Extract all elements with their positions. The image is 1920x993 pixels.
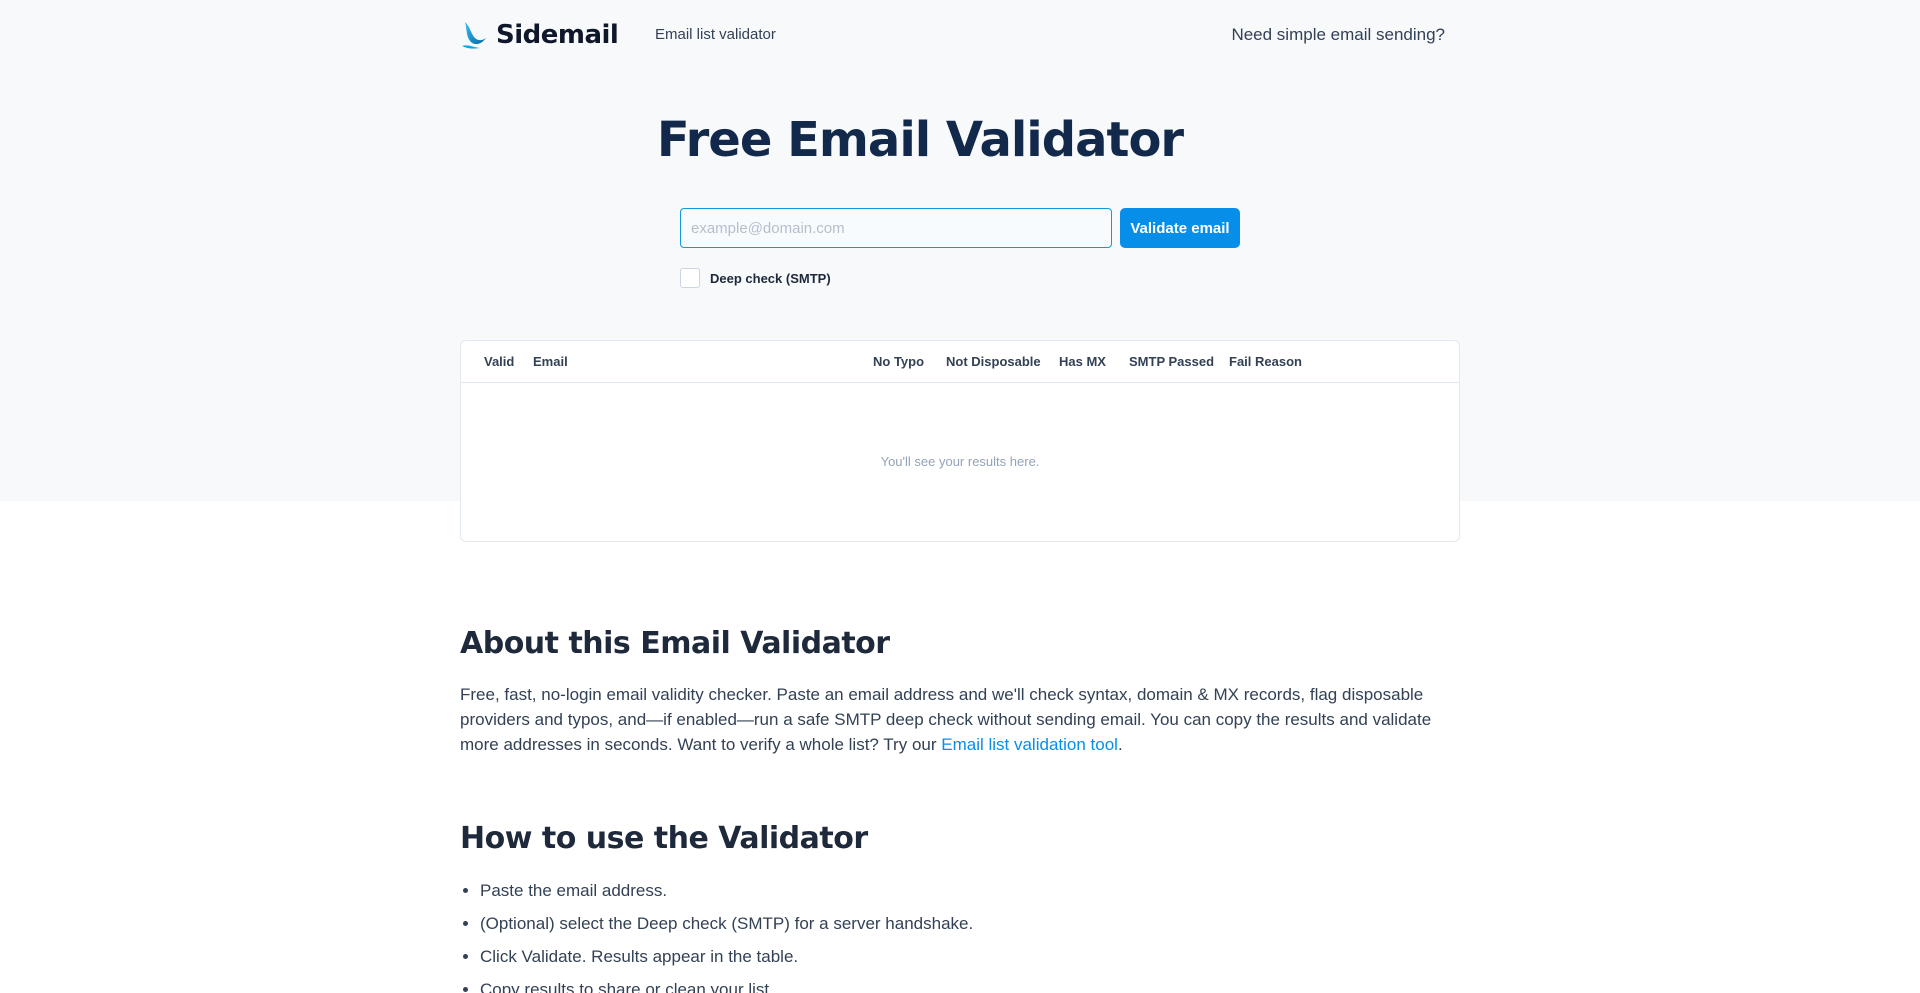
column-header-email: Email: [533, 354, 568, 369]
site-header: Sidemail Email list validator Need simpl…: [460, 0, 1460, 70]
column-header-no-typo: No Typo: [873, 354, 925, 369]
about-text-end: .: [1117, 735, 1123, 754]
email-list-validation-link[interactable]: Email list validation tool: [941, 735, 1118, 754]
about-heading: About this Email Validator: [460, 626, 890, 661]
list-item: Click Validate. Results appear in the ta…: [480, 940, 973, 973]
column-header-valid: Valid: [484, 354, 515, 369]
howto-steps: Paste the email address. (Optional) sele…: [480, 874, 973, 993]
column-header-smtp-passed: SMTP Passed: [1129, 354, 1215, 369]
column-header-fail-reason: Fail Reason: [1229, 354, 1302, 369]
nav-email-list-validator[interactable]: Email list validator: [655, 26, 776, 43]
deep-check-checkbox[interactable]: [680, 268, 700, 288]
email-sending-link[interactable]: Need simple email sending?: [1231, 25, 1445, 45]
sidemail-bird-icon: [462, 22, 486, 49]
results-table-header: Valid Email No Typo Not Disposable Has M…: [461, 341, 1459, 383]
list-item: Paste the email address.: [480, 874, 973, 907]
validate-form: Validate email: [680, 208, 1240, 248]
deep-check-option[interactable]: Deep check (SMTP): [680, 268, 831, 288]
brand-name: Sidemail: [496, 20, 619, 50]
column-header-not-disposable: Not Disposable: [946, 354, 1041, 369]
deep-check-label: Deep check (SMTP): [710, 270, 831, 286]
brand-logo[interactable]: Sidemail: [460, 20, 619, 50]
results-table: Valid Email No Typo Not Disposable Has M…: [460, 340, 1460, 542]
page-container: Sidemail Email list validator Need simpl…: [460, 0, 1460, 993]
validate-email-button[interactable]: Validate email: [1120, 208, 1240, 248]
column-header-has-mx: Has MX: [1059, 354, 1106, 369]
page-title: Free Email Validator: [656, 112, 1184, 168]
results-empty-message: You'll see your results here.: [880, 454, 1040, 469]
about-paragraph: Free, fast, no-login email validity chec…: [460, 682, 1460, 757]
email-input[interactable]: [680, 208, 1112, 248]
howto-heading: How to use the Validator: [460, 821, 868, 856]
list-item: (Optional) select the Deep check (SMTP) …: [480, 907, 973, 940]
list-item: Copy results to share or clean your list…: [480, 973, 973, 993]
